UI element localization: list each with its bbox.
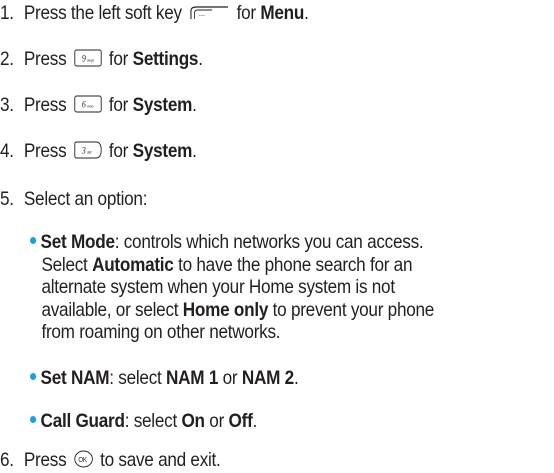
step-text-for: for — [236, 2, 256, 24]
step-number: 1. — [0, 2, 14, 24]
svg-text:mno: mno — [87, 104, 93, 108]
ok-key-icon: OK — [74, 450, 93, 473]
step-text: Press — [23, 48, 67, 70]
step-number: 4. — [0, 140, 14, 162]
menu-label: Menu — [260, 2, 305, 24]
option-text: alternate system when your Home system i… — [41, 276, 395, 298]
option-text: to prevent your phone — [272, 298, 435, 321]
option-set-nam: Set NAM: select NAM 1 or NAM 2. — [30, 367, 299, 390]
step-text-for: for — [108, 48, 129, 70]
option-text: to have the phone search for an — [178, 253, 413, 276]
svg-text:def: def — [87, 150, 92, 154]
svg-text:9: 9 — [81, 53, 86, 64]
option-title: Set Mode — [40, 231, 115, 253]
svg-text:3: 3 — [81, 145, 86, 156]
step-text: Press — [23, 94, 67, 116]
step-text-save: to save and exit. — [100, 449, 221, 471]
option-title: Set NAM — [40, 367, 110, 389]
option-call-guard: Call Guard: select On or Off. — [30, 410, 257, 433]
option-text: : select — [109, 367, 162, 389]
period: . — [252, 410, 258, 432]
step-text: Press the left soft key — [23, 2, 182, 24]
step-text: Press — [23, 449, 67, 471]
step-text: Select an option: — [23, 188, 148, 210]
step-number: 3. — [0, 94, 14, 116]
svg-text:wxyz: wxyz — [87, 58, 94, 62]
step-4: 4. Press 3 def for System. — [0, 140, 197, 164]
step-3: 3. Press 6 mno for System. — [0, 94, 197, 118]
key-3-def-icon: 3 def — [74, 141, 102, 164]
on-label: On — [181, 410, 205, 432]
option-text: or — [222, 367, 238, 389]
period: . — [304, 2, 309, 24]
left-soft-key-icon: ⋯ — [189, 4, 229, 26]
home-only-label: Home only — [182, 298, 269, 321]
bullet-icon — [30, 237, 37, 244]
system-label: System — [132, 94, 193, 116]
step-number: 2. — [0, 48, 14, 70]
period: . — [192, 140, 197, 162]
step-1: 1. Press the left soft key ⋯ for Menu. — [0, 2, 309, 26]
option-title: Call Guard — [40, 410, 125, 432]
svg-text:OK: OK — [78, 457, 87, 464]
system-label: System — [132, 140, 193, 162]
step-number: 5. — [0, 188, 14, 210]
settings-label: Settings — [132, 48, 199, 70]
nam-2-label: NAM 2 — [241, 367, 294, 389]
option-set-mode: Set Mode: controls which networks you ca… — [30, 231, 434, 344]
step-text-for: for — [108, 140, 129, 162]
period: . — [293, 367, 299, 389]
instruction-document: 1. Press the left soft key ⋯ for Menu. 2… — [0, 0, 554, 473]
bullet-icon — [30, 416, 37, 423]
period: . — [198, 48, 203, 70]
key-9-wxyz-icon: 9 wxyz — [74, 49, 102, 72]
svg-text:6: 6 — [81, 99, 86, 110]
svg-text:⋯: ⋯ — [199, 13, 206, 20]
step-text-for: for — [108, 94, 129, 116]
option-text: Select — [41, 253, 88, 276]
bullet-icon — [30, 373, 37, 380]
option-text: : select — [124, 410, 178, 432]
automatic-label: Automatic — [92, 253, 174, 276]
step-text: Press — [23, 140, 67, 162]
nam-1-label: NAM 1 — [166, 367, 219, 389]
option-text: or — [209, 410, 225, 432]
off-label: Off — [228, 410, 253, 432]
step-number: 6. — [0, 449, 14, 471]
key-6-mno-icon: 6 mno — [74, 95, 102, 118]
option-description: : controls which networks you can access… — [114, 231, 424, 253]
option-text: from roaming on other networks. — [41, 321, 281, 343]
step-6: 6. Press OK to save and exit. — [0, 449, 221, 473]
step-2: 2. Press 9 wxyz for Settings. — [0, 48, 203, 72]
period: . — [192, 94, 197, 116]
step-5: 5. Select an option: — [0, 188, 147, 210]
option-text: available, or select — [41, 298, 179, 321]
